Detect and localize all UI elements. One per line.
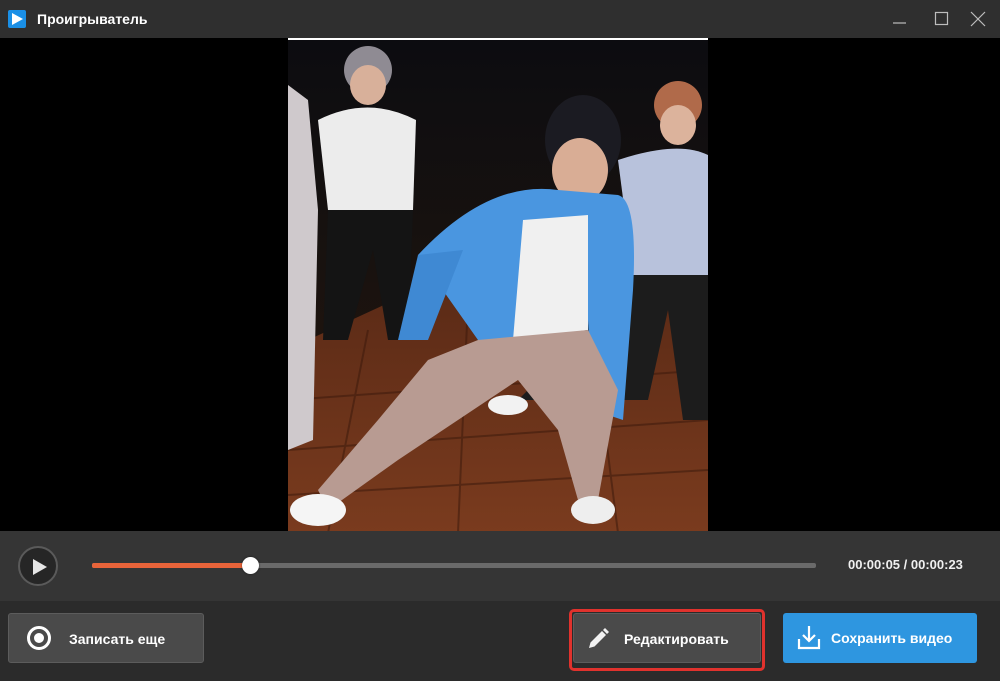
record-icon xyxy=(27,626,51,650)
title-bar: Проигрыватель xyxy=(0,0,1000,38)
seek-bar-progress xyxy=(92,563,250,568)
maximize-icon xyxy=(934,11,949,26)
action-bar: Записать еще Редактировать Сохранить вид… xyxy=(0,601,1000,681)
video-frame xyxy=(288,38,708,531)
app-logo-icon xyxy=(8,10,26,28)
pencil-icon xyxy=(589,628,609,648)
record-again-label: Записать еще xyxy=(69,631,166,647)
play-button[interactable] xyxy=(18,546,58,586)
minimize-icon xyxy=(893,22,906,24)
minimize-button[interactable] xyxy=(878,0,922,38)
save-video-label: Сохранить видео xyxy=(831,630,953,646)
window-title: Проигрыватель xyxy=(37,11,148,27)
player-controls: 00:00:05 / 00:00:23 xyxy=(0,531,1000,601)
edit-label: Редактировать xyxy=(624,631,729,647)
save-video-button[interactable]: Сохранить видео xyxy=(783,613,977,663)
video-viewport[interactable] xyxy=(0,38,1000,531)
seek-bar[interactable] xyxy=(92,557,816,574)
close-icon xyxy=(970,11,986,27)
time-display: 00:00:05 / 00:00:23 xyxy=(848,557,963,572)
seek-bar-handle[interactable] xyxy=(241,557,259,574)
download-icon xyxy=(797,626,821,650)
edit-button[interactable]: Редактировать xyxy=(573,613,761,663)
video-still-image xyxy=(288,40,708,531)
record-again-button[interactable]: Записать еще xyxy=(8,613,204,663)
close-button[interactable] xyxy=(956,0,1000,38)
play-icon xyxy=(33,559,47,575)
